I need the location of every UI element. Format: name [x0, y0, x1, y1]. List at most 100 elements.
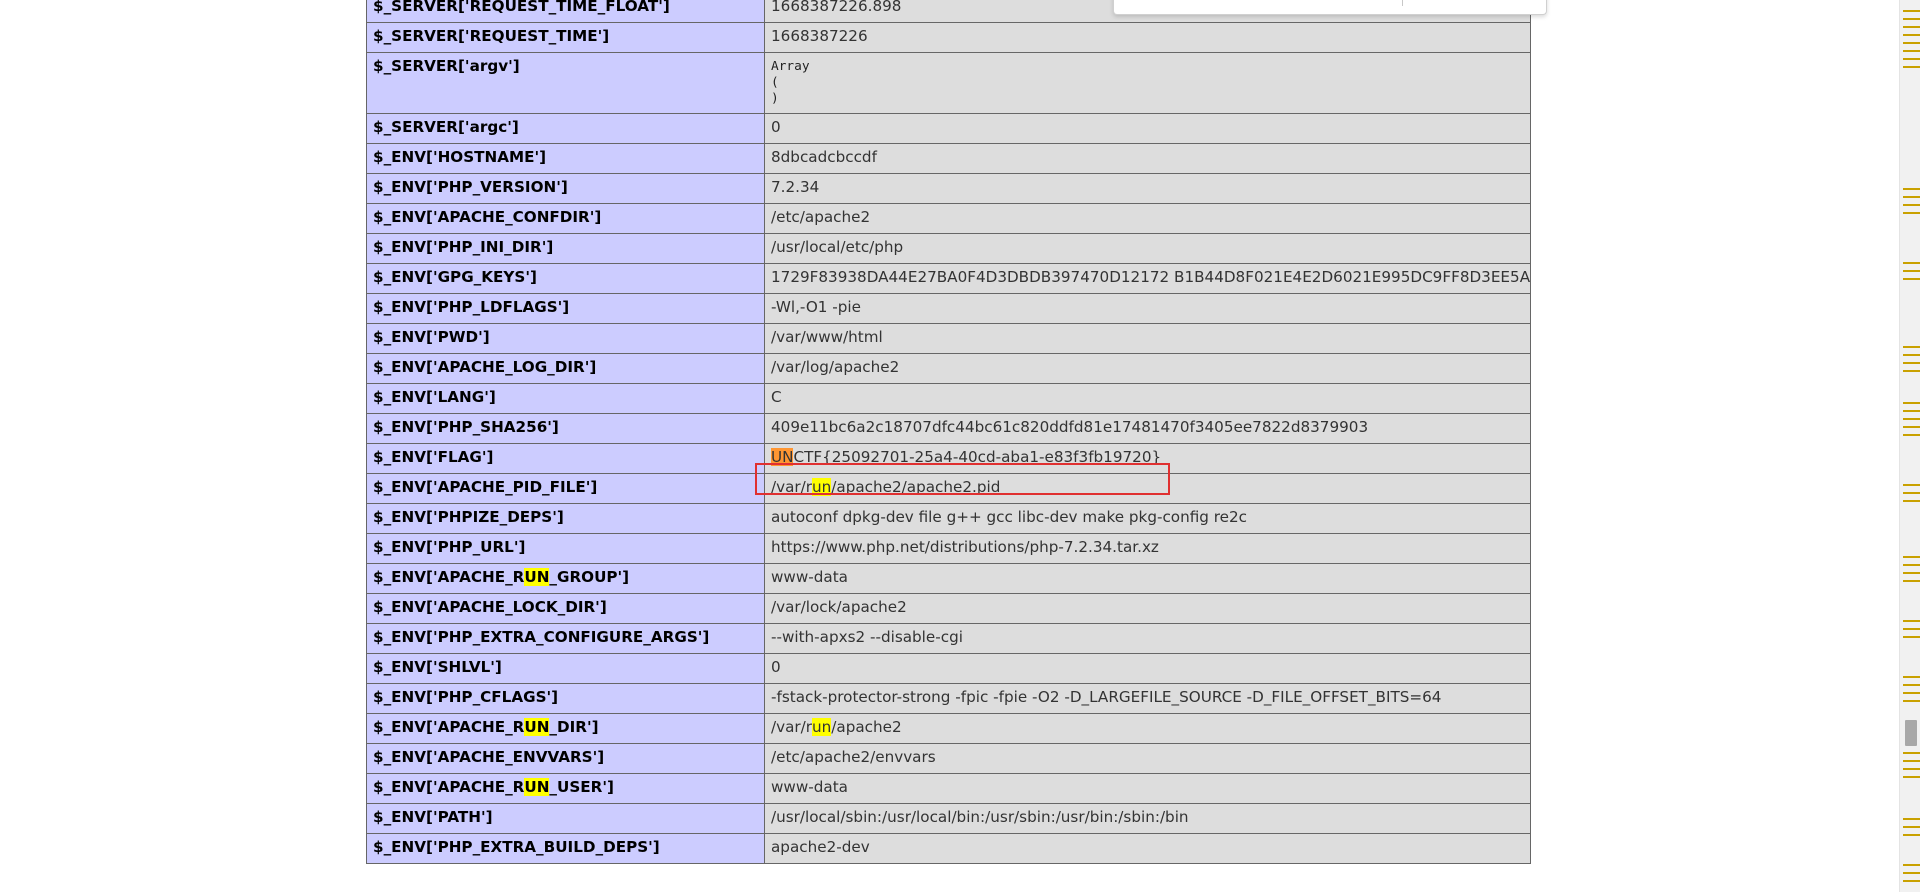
search-match-marker — [1903, 628, 1920, 630]
table-row: $_ENV['PHP_VERSION'] 7.2.34 — [366, 173, 1531, 204]
variable-value-cell: --with-apxs2 --disable-cgi — [764, 623, 1531, 654]
variable-key-cell: $_ENV['APACHE_RUN_USER'] — [366, 773, 765, 804]
variable-key-cell: $_ENV['PWD'] — [366, 323, 765, 354]
variable-key-cell: $_ENV['FLAG'] — [366, 443, 765, 474]
variable-value-cell: /etc/apache2 — [764, 203, 1531, 234]
search-match-marker — [1903, 564, 1920, 566]
table-row: $_ENV['APACHE_RUN_GROUP'] www-data — [366, 563, 1531, 594]
variable-key-cell: $_ENV['PHPIZE_DEPS'] — [366, 503, 765, 534]
table-row: $_ENV['APACHE_LOCK_DIR']/var/lock/apache… — [366, 593, 1531, 624]
search-match-marker — [1903, 580, 1920, 582]
variable-value-cell: apache2-dev — [764, 833, 1531, 864]
variable-key-cell: $_ENV['PATH'] — [366, 803, 765, 834]
variable-value-cell: C — [764, 383, 1531, 414]
search-match-marker — [1903, 212, 1920, 214]
search-match-marker — [1903, 434, 1920, 436]
table-row: $_ENV['LANG'] C — [366, 383, 1531, 414]
variable-value-cell: https://www.php.net/distributions/php-7.… — [764, 533, 1531, 564]
variable-key-cell: $_ENV['APACHE_RUN_DIR'] — [366, 713, 765, 744]
variable-key-cell: $_SERVER['REQUEST_TIME_FLOAT'] — [366, 0, 765, 23]
search-match-marker — [1903, 370, 1920, 372]
search-match-marker — [1903, 818, 1920, 820]
search-match-marker — [1903, 484, 1920, 486]
variable-value-cell: /var/run/apache2 — [764, 713, 1531, 744]
search-match-marker — [1903, 752, 1920, 754]
variable-value-cell: /var/lock/apache2 — [764, 593, 1531, 624]
table-row: $_ENV['PATH']/usr/local/sbin:/usr/local/… — [366, 803, 1531, 834]
search-match-marker — [1903, 402, 1920, 404]
variable-value-cell: autoconf dpkg-dev file g++ gcc libc-dev … — [764, 503, 1531, 534]
variable-value-cell: /var/www/html — [764, 323, 1531, 354]
variable-value-cell: 1668387226 — [764, 22, 1531, 53]
search-match-highlight: UN — [524, 778, 550, 796]
variable-key-cell: $_ENV['PHP_VERSION'] — [366, 173, 765, 204]
variable-key-cell: $_SERVER['argv'] — [366, 52, 765, 114]
variables-table-body: $_SERVER['REQUEST_TIME_FLOAT'] 1668387226… — [366, 0, 1531, 864]
search-match-marker — [1903, 262, 1920, 264]
variable-key-cell: $_ENV['PHP_URL'] — [366, 533, 765, 564]
search-match-marker — [1903, 362, 1920, 364]
vertical-scrollbar[interactable] — [1899, 0, 1920, 892]
table-row: $_ENV['PHP_URL'] https://www.php.net/dist… — [366, 533, 1531, 564]
array-dump-line: ( — [771, 75, 779, 90]
table-row: $_ENV['PHP_CFLAGS'] -fstack-protector-str… — [366, 683, 1531, 714]
search-match-marker — [1903, 692, 1920, 694]
search-match-marker — [1903, 880, 1920, 882]
variable-key-cell: $_ENV['HOSTNAME'] — [366, 143, 765, 174]
table-row: $_ENV['APACHE_PID_FILE']/var/run/apache2… — [366, 473, 1531, 504]
table-row: $_ENV['APACHE_ENVVARS']/etc/apache2/envv… — [366, 743, 1531, 774]
variable-value-cell: 409e11bc6a2c18707dfc44bc61c820ddfd81e174… — [764, 413, 1531, 444]
variable-key-cell: $_SERVER['REQUEST_TIME'] — [366, 22, 765, 53]
search-match-marker — [1903, 34, 1920, 36]
variable-value-cell: Array() — [764, 52, 1531, 114]
variable-value-cell: 0 — [764, 653, 1531, 684]
variable-value-cell: 8dbcadcbccdf — [764, 143, 1531, 174]
variable-key-cell: $_ENV['PHP_CFLAGS'] — [366, 683, 765, 714]
variable-key-cell: $_ENV['LANG'] — [366, 383, 765, 414]
table-row: $_ENV['FLAG'] UNCTF{25092701-25a4-40cd-ab… — [366, 443, 1531, 474]
table-row: $_ENV['APACHE_RUN_DIR']/var/run/apache2 — [366, 713, 1531, 744]
table-row: $_ENV['PHP_EXTRA_CONFIGURE_ARGS'] --with-… — [366, 623, 1531, 654]
variable-key-cell: $_ENV['PHP_SHA256'] — [366, 413, 765, 444]
table-row: $_ENV['PHP_INI_DIR']/usr/local/etc/php — [366, 233, 1531, 264]
variable-key-cell: $_SERVER['argc'] — [366, 113, 765, 144]
table-row: $_ENV['PWD']/var/www/html — [366, 323, 1531, 354]
search-match-highlight: un — [812, 718, 832, 736]
search-match-marker — [1903, 410, 1920, 412]
table-row: $_ENV['APACHE_CONFDIR']/etc/apache2 — [366, 203, 1531, 234]
search-match-marker — [1903, 196, 1920, 198]
search-match-marker — [1903, 188, 1920, 190]
variable-key-cell: $_ENV['APACHE_PID_FILE'] — [366, 473, 765, 504]
table-row: $_SERVER['argv'] Array() — [366, 52, 1531, 114]
find-in-page-popup — [1113, 0, 1547, 15]
array-dump: Array() — [771, 59, 1524, 107]
search-match-marker — [1903, 58, 1920, 60]
search-match-marker — [1903, 10, 1920, 12]
variable-key-cell: $_ENV['PHP_EXTRA_CONFIGURE_ARGS'] — [366, 623, 765, 654]
page-viewport: $_SERVER['REQUEST_TIME_FLOAT'] 1668387226… — [0, 0, 1899, 892]
variable-value-cell: /usr/local/sbin:/usr/local/bin:/usr/sbin… — [764, 803, 1531, 834]
table-row: $_SERVER['REQUEST_TIME'] 1668387226 — [366, 22, 1531, 53]
table-row: $_ENV['APACHE_RUN_USER'] www-data — [366, 773, 1531, 804]
search-match-marker — [1903, 418, 1920, 420]
search-match-marker — [1903, 26, 1920, 28]
variable-value-cell: 0 — [764, 113, 1531, 144]
scrollbar-thumb[interactable] — [1905, 720, 1917, 746]
search-match-marker — [1903, 760, 1920, 762]
variable-key-cell: $_ENV['APACHE_CONFDIR'] — [366, 203, 765, 234]
search-match-marker — [1903, 42, 1920, 44]
table-row: $_ENV['PHP_LDFLAGS'] -Wl,-O1 -pie — [366, 293, 1531, 324]
search-match-marker — [1903, 826, 1920, 828]
variable-value-cell: www-data — [764, 563, 1531, 594]
search-match-marker — [1903, 556, 1920, 558]
variable-key-cell: $_ENV['APACHE_LOG_DIR'] — [366, 353, 765, 384]
search-match-marker — [1903, 834, 1920, 836]
search-match-marker — [1903, 684, 1920, 686]
search-match-marker — [1903, 204, 1920, 206]
array-dump-line: Array — [771, 59, 810, 74]
search-match-marker — [1903, 18, 1920, 20]
search-match-marker — [1903, 620, 1920, 622]
table-row: $_ENV['HOSTNAME'] 8dbcadcbccdf — [366, 143, 1531, 174]
search-match-marker — [1903, 500, 1920, 502]
table-row: $_ENV['GPG_KEYS'] 1729F83938DA44E27BA0F4D… — [366, 263, 1531, 294]
